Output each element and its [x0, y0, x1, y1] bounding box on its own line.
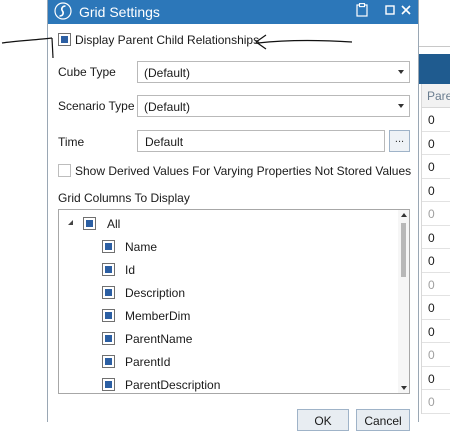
scenario-type-dropdown[interactable]: (Default) — [137, 95, 410, 117]
background-grid-cell[interactable]: 0 — [422, 249, 450, 273]
background-grid-cells: 0000000000000 — [421, 108, 450, 414]
tree-column-row[interactable]: Id — [59, 260, 389, 280]
background-grid-cell[interactable]: 0 — [422, 226, 450, 249]
scroll-down-icon[interactable] — [401, 386, 407, 390]
background-grid-cell[interactable]: 0 — [422, 320, 450, 343]
grid-columns-tree: All Name Id Description MemberDim ParentName… — [58, 209, 410, 394]
collapse-triangle-icon[interactable] — [68, 220, 73, 225]
scroll-thumb[interactable] — [401, 223, 406, 277]
tree-column-label: Name — [125, 240, 158, 254]
chevron-down-icon — [398, 70, 404, 74]
tree-column-label: ParentDescription — [125, 378, 221, 392]
tree-column-checkbox[interactable] — [102, 286, 115, 299]
tree-column-label: Id — [125, 263, 136, 277]
background-grid-cell[interactable]: 0 — [422, 390, 450, 414]
scenario-type-label: Scenario Type — [58, 99, 135, 113]
background-grid-cell[interactable]: 0 — [422, 296, 450, 320]
close-icon[interactable] — [398, 3, 414, 19]
tree-column-label: ParentId — [125, 355, 171, 369]
scroll-up-icon[interactable] — [401, 213, 407, 217]
tree-column-label: Description — [125, 286, 186, 300]
tree-column-label: MemberDim — [125, 309, 191, 323]
time-input[interactable]: Default — [137, 130, 385, 152]
scenario-type-value: (Default) — [144, 100, 191, 114]
app-logo-icon — [54, 2, 72, 20]
tree-root-row[interactable]: All — [59, 214, 389, 234]
ok-button[interactable]: OK — [297, 409, 349, 431]
show-derived-values-checkbox[interactable] — [58, 164, 71, 177]
grid-settings-dialog: Grid Settings Display Parent Child Relat… — [47, 0, 419, 431]
tree-column-checkbox[interactable] — [102, 240, 115, 253]
tree-scrollbar[interactable] — [398, 210, 409, 393]
display-parent-child-label[interactable]: Display Parent Child Relationships — [75, 33, 259, 47]
background-grid-cell[interactable]: 0 — [422, 367, 450, 390]
background-grid-cell[interactable]: 0 — [422, 273, 450, 296]
tree-column-checkbox[interactable] — [102, 309, 115, 322]
maximize-icon[interactable] — [382, 3, 398, 19]
cube-type-label: Cube Type — [58, 65, 116, 79]
background-separator — [419, 46, 450, 47]
background-column-header[interactable]: Pare — [421, 84, 450, 108]
cube-type-value: (Default) — [144, 66, 191, 80]
show-derived-values-label[interactable]: Show Derived Values For Varying Properti… — [75, 164, 411, 178]
tree-column-row[interactable]: MemberDim — [59, 306, 389, 326]
tree-column-row[interactable]: ParentDescription — [59, 375, 389, 393]
grid-columns-label: Grid Columns To Display — [58, 191, 190, 205]
background-grid-cell[interactable]: 0 — [422, 132, 450, 155]
tree-column-checkbox[interactable] — [102, 355, 115, 368]
display-parent-child-checkbox[interactable] — [58, 33, 71, 46]
tree-column-row[interactable]: ParentId — [59, 352, 389, 372]
tree-column-row[interactable]: Name — [59, 237, 389, 257]
tree-column-label: ParentName — [125, 332, 193, 346]
dialog-title: Grid Settings — [79, 4, 160, 20]
background-grid-cell[interactable]: 0 — [422, 108, 450, 132]
tree-column-checkbox[interactable] — [102, 332, 115, 345]
clipboard-icon[interactable] — [354, 3, 370, 19]
background-grid-cell[interactable]: 0 — [422, 155, 450, 179]
time-picker-button[interactable]: ... — [389, 130, 410, 152]
time-label: Time — [58, 135, 85, 149]
tree-column-row[interactable]: ParentName — [59, 329, 389, 349]
title-bar[interactable]: Grid Settings — [48, 0, 418, 24]
cancel-button[interactable]: Cancel — [356, 409, 410, 431]
tree-column-checkbox[interactable] — [102, 263, 115, 276]
tree-column-checkbox[interactable] — [102, 378, 115, 391]
background-grid-cell[interactable]: 0 — [422, 202, 450, 226]
background-header-bar — [419, 54, 450, 84]
tree-root-checkbox[interactable] — [83, 217, 96, 230]
tree-root-label: All — [107, 217, 121, 231]
chevron-down-icon — [398, 104, 404, 108]
background-grid-cell[interactable]: 0 — [422, 343, 450, 367]
tree-column-row[interactable]: Description — [59, 283, 389, 303]
time-value: Default — [145, 135, 184, 149]
cube-type-dropdown[interactable]: (Default) — [137, 61, 410, 83]
background-grid-cell[interactable]: 0 — [422, 179, 450, 202]
